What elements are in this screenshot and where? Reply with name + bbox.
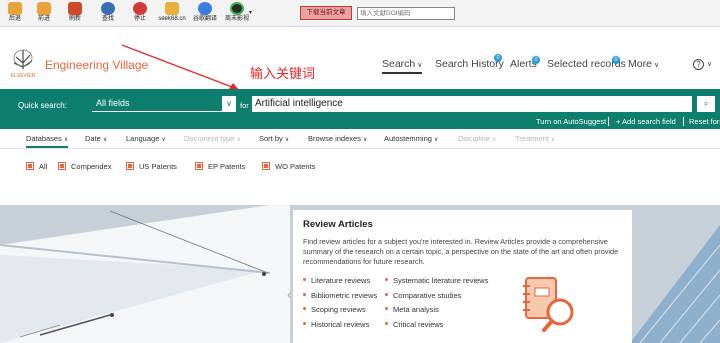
database-ep-patents-checkbox[interactable]: EP Patents [195,162,245,171]
filter-discipline-label: Discipline [458,134,491,143]
list-item[interactable]: Critical reviews [385,318,488,333]
filter-document-type: Document type ∨ [184,134,241,143]
for-label: for [240,101,249,110]
bullet-icon [303,292,306,296]
search-icon[interactable]: ⌕ [697,96,715,112]
checkbox-icon [126,162,134,170]
filter-databases[interactable]: Databases ∧ [26,134,69,148]
carousel-prev-icon[interactable]: ‹ [287,286,292,302]
list-item[interactable]: Comparative studies [385,289,488,304]
list-item-label: Historical reviews [311,319,370,329]
nav-search[interactable]: Search ∨ [382,58,423,74]
list-item[interactable]: Systematic literature reviews [385,274,488,289]
nav-search-label: Search [382,58,416,70]
nav-more-label: More [628,58,652,70]
search-history-badge: 0 [494,54,502,62]
autosuggest-link[interactable]: Turn on AutoSuggest [536,117,606,126]
chevron-down-icon: ∨ [492,137,497,143]
list-item-label: Literature reviews [311,276,371,285]
database-wo-patents-label: WO Patents [275,162,316,171]
quick-search-label: Quick search: [18,101,67,110]
bullet-icon [385,307,388,310]
bullet-icon [385,278,388,281]
annotation-text: 输入关键词 [250,67,316,82]
list-item[interactable]: Meta analysis [385,303,488,318]
bullet-icon [385,321,388,325]
filter-browse-indexes-label: Browse indexes [308,134,361,143]
chevron-down-icon: ∨ [550,137,556,143]
filter-autostemming-label: Autostemming [384,134,432,143]
database-ep-patents-label: EP Patents [208,162,246,171]
database-all-label: All [39,162,48,171]
filter-discipline: Discipline ∨ [458,134,497,143]
database-us-patents-checkbox[interactable]: US Patents [126,162,177,171]
review-type-list-right: Systematic literature reviews Comparativ… [385,274,488,332]
review-notebook-magnifier-icon [523,277,574,332]
chevron-down-icon: ∨ [236,137,241,143]
review-type-list-left: Literature reviews Bibliometric reviews … [303,274,377,332]
bullet-icon [303,307,306,310]
database-compendex-checkbox[interactable]: Compendex [58,162,111,171]
list-item[interactable]: Scoping reviews [303,303,377,318]
chevron-up-icon: ∧ [63,137,69,143]
filter-date-label: Date [85,134,101,143]
card-title: Review Articles [303,219,373,230]
list-item-label: Meta analysis [393,305,439,314]
chevron-down-icon: ∨ [433,137,439,143]
database-all-checkbox[interactable]: All [26,162,47,171]
list-item-label: Bibliometric reviews [311,290,378,300]
filter-language[interactable]: Language ∨ [126,134,166,143]
search-input[interactable]: Artificial intelligence [252,96,692,112]
list-item[interactable]: Literature reviews [303,274,377,289]
bullet-icon [385,292,388,296]
field-select[interactable]: All fields [92,96,236,112]
nav-more[interactable]: More ∨ [628,58,659,70]
checkbox-icon [195,162,203,170]
filter-browse-indexes[interactable]: Browse indexes ∨ [308,134,367,143]
filter-document-type-label: Document type [184,134,235,143]
chevron-down-icon: ∨ [284,137,290,143]
reset-form-link[interactable]: Reset form [689,117,720,126]
list-item[interactable]: Bibliometric reviews [303,289,377,304]
help-icon[interactable]: ? [693,59,704,70]
filter-sort-by-label: Sort by [259,134,283,143]
bullet-icon [303,321,306,325]
chevron-down-icon[interactable]: ∨ [222,96,236,111]
chevron-down-icon: ∨ [102,137,108,143]
database-us-patents-label: US Patents [139,162,177,171]
chevron-down-icon: ∨ [653,62,660,69]
bullet-icon [303,278,306,281]
checkbox-icon [58,162,66,170]
list-item-label: Comparative studies [393,290,462,300]
alerts-badge: 0 [532,56,540,64]
filter-treatment: Treatment ∨ [515,134,555,143]
checkbox-icon [262,162,270,170]
list-item-label: Critical reviews [393,319,444,329]
database-compendex-label: Compendex [71,162,112,171]
review-articles-card: Review Articles Find review articles for… [293,210,632,343]
filter-databases-label: Databases [26,134,62,143]
filter-autostemming[interactable]: Autostemming ∨ [384,134,438,143]
database-wo-patents-checkbox[interactable]: WO Patents [262,162,315,171]
filter-sort-by[interactable]: Sort by ∨ [259,134,289,143]
chevron-down-icon: ∨ [362,137,368,143]
card-description: Find review articles for a subject you'r… [303,237,619,266]
list-item-label: Systematic literature reviews [393,276,489,285]
filter-date[interactable]: Date ∨ [85,134,107,143]
list-item[interactable]: Historical reviews [303,318,377,333]
chevron-down-icon: ∨ [161,137,166,143]
divider [608,117,609,126]
filter-language-label: Language [126,134,160,143]
filter-treatment-label: Treatment [515,134,549,143]
chevron-down-icon: ∨ [417,62,423,69]
add-search-field-link[interactable]: + Add search field [616,117,676,126]
checkbox-icon [26,162,34,170]
divider [683,117,684,126]
selected-records-badge: 0 [612,56,620,64]
help-chevron-icon[interactable]: ∨ [707,60,712,68]
list-item-label: Scoping reviews [311,305,366,314]
